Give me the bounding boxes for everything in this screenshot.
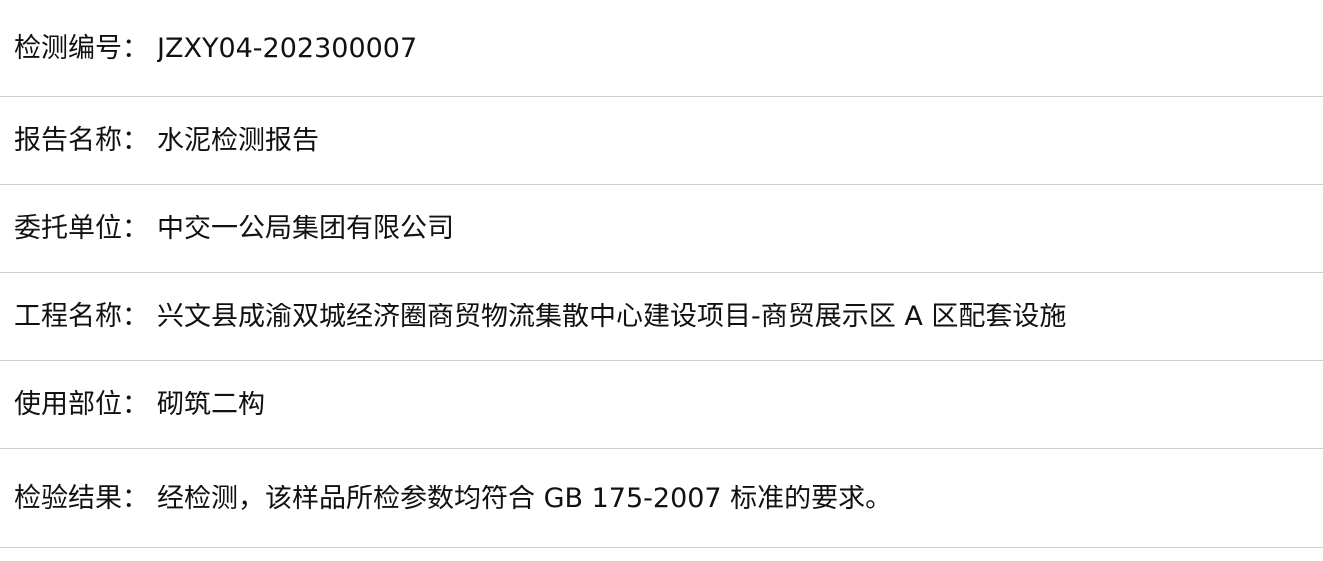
report-info-list: 检测编号 ： JZXY04-202300007 报告名称 ： 水泥检测报告 委托… [0,0,1323,548]
label-separator: ： [122,301,149,332]
label-separator: ： [122,32,149,64]
test-result-value: 经检测，该样品所检参数均符合 GB 175-2007 标准的要求。 [157,484,893,512]
usage-location-label: 使用部位 [14,389,122,420]
label-separator: ： [122,213,149,244]
project-name-row: 工程名称 ： 兴文县成渝双城经济圈商贸物流集散中心建设项目-商贸展示区 A 区配… [0,273,1323,361]
report-name-value: 水泥检测报告 [157,127,319,154]
client-unit-value: 中交一公局集团有限公司 [157,215,454,242]
project-name-value: 兴文县成渝双城经济圈商贸物流集散中心建设项目-商贸展示区 A 区配套设施 [157,303,1067,330]
client-unit-row: 委托单位 ： 中交一公局集团有限公司 [0,185,1323,273]
test-result-row: 检验结果 ： 经检测，该样品所检参数均符合 GB 175-2007 标准的要求。 [0,449,1323,548]
report-number-label: 检测编号 [14,32,122,64]
label-separator: ： [122,125,149,156]
usage-location-value: 砌筑二构 [157,391,265,418]
label-separator: ： [122,482,149,514]
project-name-label: 工程名称 [14,301,122,332]
client-unit-label: 委托单位 [14,213,122,244]
report-number-value: JZXY04-202300007 [157,34,418,62]
label-separator: ： [122,389,149,420]
usage-location-row: 使用部位 ： 砌筑二构 [0,361,1323,449]
report-name-row: 报告名称 ： 水泥检测报告 [0,97,1323,185]
report-name-label: 报告名称 [14,125,122,156]
report-number-row: 检测编号 ： JZXY04-202300007 [0,0,1323,97]
test-result-label: 检验结果 [14,482,122,514]
